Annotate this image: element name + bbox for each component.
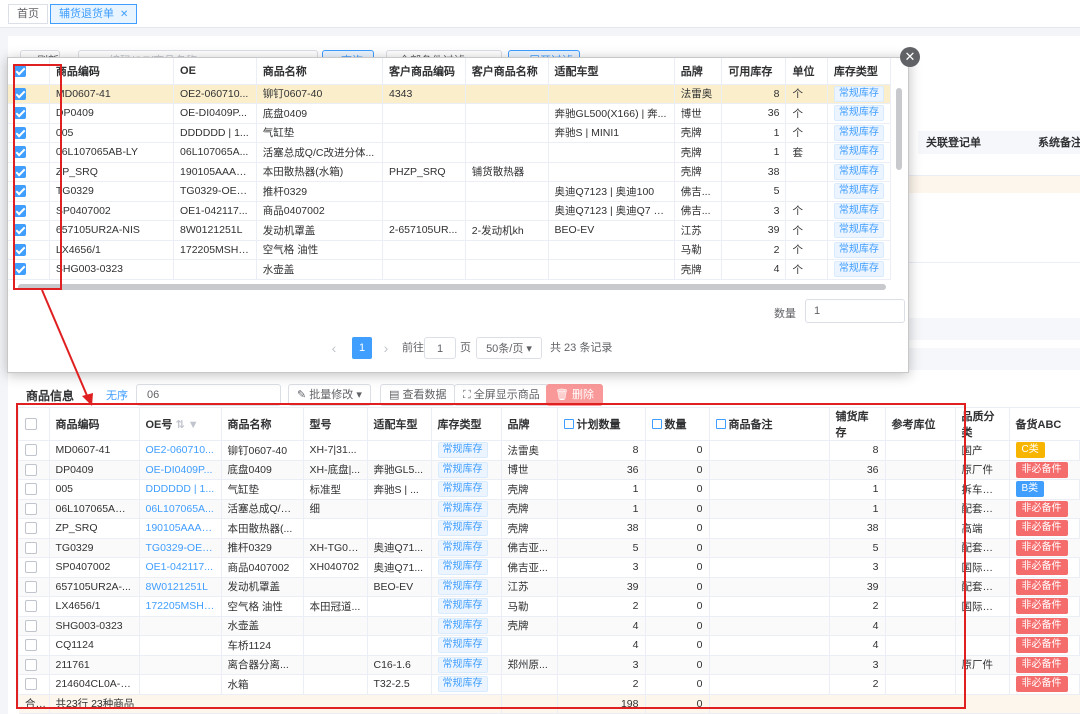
annotation-arrow — [41, 289, 93, 406]
